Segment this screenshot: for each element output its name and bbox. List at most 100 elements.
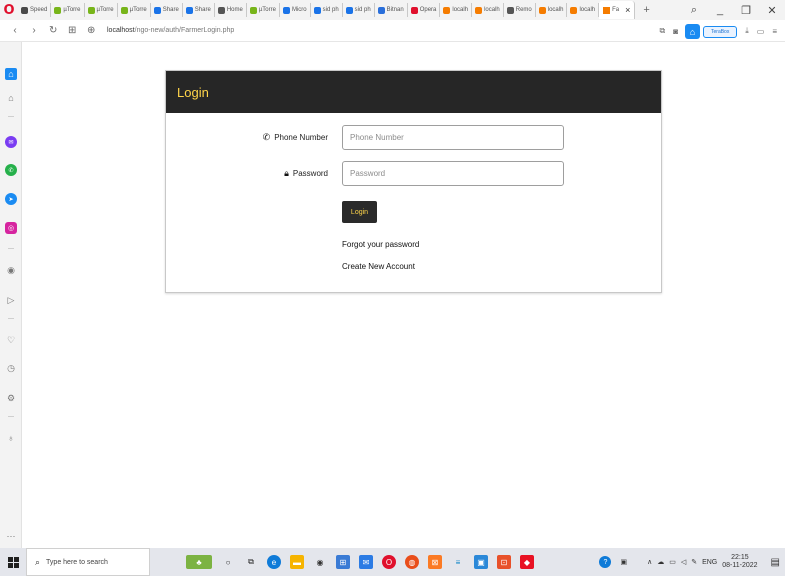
- search-tabs-icon[interactable]: ⌕: [681, 4, 707, 17]
- close-window-icon[interactable]: ✕: [759, 4, 785, 17]
- tab-label: Remo: [515, 7, 532, 13]
- tab-2[interactable]: µTorre: [85, 3, 118, 17]
- tab-5[interactable]: Share: [183, 3, 215, 17]
- firefox-icon[interactable]: ◍: [405, 555, 419, 569]
- widget-icon[interactable]: ▣: [620, 558, 627, 566]
- tab-15[interactable]: Remo: [504, 3, 536, 17]
- bookmarks-heart-icon[interactable]: ♡: [5, 334, 17, 346]
- create-account-link[interactable]: Create New Account: [342, 262, 415, 271]
- telegram-icon[interactable]: ➤: [5, 193, 17, 205]
- tab-7[interactable]: µTorre: [247, 3, 280, 17]
- tab-active-label: Fa: [612, 7, 620, 13]
- snap-icon[interactable]: ❐: [733, 4, 759, 17]
- tab-3[interactable]: µTorre: [118, 3, 151, 17]
- music-player-icon[interactable]: ◉: [5, 264, 17, 276]
- more-options-icon[interactable]: ⋯: [5, 530, 17, 542]
- tab-0[interactable]: Speed: [18, 3, 52, 17]
- tab-label: sid ph: [322, 7, 339, 13]
- menu-icon[interactable]: ≡: [772, 27, 777, 36]
- login-card-header: Login: [166, 71, 661, 113]
- settings-gear-icon[interactable]: ⚙: [5, 392, 17, 404]
- tab-6[interactable]: Home: [215, 3, 247, 17]
- instagram-icon[interactable]: ◎: [5, 222, 17, 234]
- back-icon[interactable]: ‹: [11, 25, 19, 36]
- share-icon: [185, 6, 193, 14]
- game-app-icon[interactable]: ♣: [186, 555, 212, 569]
- utorrent-icon: [249, 6, 257, 14]
- player-icon[interactable]: ▷: [5, 294, 17, 306]
- office-icon[interactable]: ⊡: [497, 555, 511, 569]
- notification-icon[interactable]: ▤: [771, 557, 780, 568]
- camera-icon[interactable]: ◙: [673, 27, 678, 36]
- tab-label: localh: [547, 7, 564, 13]
- history-icon[interactable]: ◷: [5, 362, 17, 374]
- terabox-popup[interactable]: ⌂ TeraBox: [685, 24, 738, 39]
- tab-17[interactable]: localh: [567, 3, 600, 17]
- mail-icon[interactable]: ✉: [359, 555, 373, 569]
- photos-icon[interactable]: ▣: [474, 555, 488, 569]
- url-field[interactable]: localhost/ngo-new/auth/FarmerLogin.php: [107, 27, 234, 34]
- snapshot-icon[interactable]: ⧉: [659, 26, 665, 36]
- terabox-icon: ⌂: [685, 24, 700, 39]
- tray-chevron-icon[interactable]: ∧: [647, 558, 652, 566]
- tab-8[interactable]: Micro: [280, 3, 311, 17]
- tab-active[interactable]: Fa ×: [599, 1, 636, 19]
- taskbar-search-box[interactable]: ⌕ Type here to search: [26, 548, 150, 576]
- new-tab-icon[interactable]: +: [643, 4, 649, 16]
- password-input[interactable]: [342, 161, 564, 186]
- tab-label: sid ph: [354, 7, 371, 13]
- vscode-icon[interactable]: ≡: [451, 555, 465, 569]
- cloud-icon[interactable]: ☁: [657, 558, 664, 566]
- cortana-icon[interactable]: ○: [221, 555, 235, 569]
- battery-saver-icon[interactable]: ▭: [757, 27, 765, 36]
- tab-10[interactable]: sid ph: [343, 3, 375, 17]
- tab-grid-icon[interactable]: ⊞: [68, 25, 76, 36]
- xampp-icon[interactable]: ⊠: [428, 555, 442, 569]
- utorrent-icon: [120, 6, 128, 14]
- tab-12[interactable]: Opera: [408, 3, 441, 17]
- site-info-icon[interactable]: ⊕: [87, 25, 95, 36]
- tab-1[interactable]: µTorre: [51, 3, 85, 17]
- download-icon[interactable]: ⤓: [745, 26, 749, 36]
- tab-4[interactable]: Share: [151, 3, 183, 17]
- browser-tab-bar: O Speed µTorre µTorre µTorre Share Share Home µ…: [0, 0, 785, 20]
- search-icon: [313, 6, 321, 14]
- windows-logo-icon: [7, 556, 19, 568]
- login-button[interactable]: Login: [342, 201, 377, 223]
- volume-icon[interactable]: ◁: [681, 558, 686, 566]
- tab-label: µTorre: [258, 7, 276, 13]
- forward-icon[interactable]: ›: [30, 25, 38, 36]
- tab-13[interactable]: localh: [440, 3, 473, 17]
- start-button[interactable]: [0, 548, 26, 576]
- taskbar-clock[interactable]: 22:15 08-11-2022: [722, 554, 762, 570]
- edge-icon[interactable]: e: [267, 555, 281, 569]
- media-icon[interactable]: ◆: [520, 555, 534, 569]
- messenger-icon[interactable]: ✉: [5, 136, 17, 148]
- pen-icon[interactable]: ✎: [691, 558, 697, 566]
- whatsapp-icon[interactable]: ✆: [5, 164, 17, 176]
- sidebar-house-icon[interactable]: ⌂: [5, 92, 17, 104]
- sidebar-home-icon[interactable]: ⌂: [5, 68, 17, 80]
- help-icon[interactable]: ?: [599, 556, 612, 568]
- minimize-icon[interactable]: _: [707, 4, 733, 16]
- close-tab-icon[interactable]: ×: [625, 5, 630, 15]
- store-icon[interactable]: ⊞: [336, 555, 350, 569]
- network-icon[interactable]: ▭: [669, 558, 676, 566]
- tab-9[interactable]: sid ph: [311, 3, 343, 17]
- tab-14[interactable]: localh: [472, 3, 504, 17]
- language-indicator[interactable]: ENG: [702, 559, 717, 566]
- forgot-password-link[interactable]: Forgot your password: [342, 240, 419, 249]
- lightbulb-icon[interactable]: ♁: [5, 432, 17, 444]
- tab-11[interactable]: Bitnan: [375, 3, 408, 17]
- tab-16[interactable]: localh: [536, 3, 568, 17]
- file-explorer-icon[interactable]: ▬: [290, 555, 304, 569]
- opera-taskbar-icon[interactable]: O: [382, 555, 396, 569]
- browser-sidebar: ⌂ ⌂ ✉ ✆ ➤ ◎ ◉ ▷ ♡ ◷ ⚙ ♁ ⋯: [0, 42, 22, 548]
- task-view-icon[interactable]: ⧉: [244, 555, 258, 569]
- opera-logo-icon[interactable]: O: [0, 0, 18, 20]
- tab-label: Opera: [419, 7, 437, 13]
- app-circle-icon[interactable]: ◉: [313, 555, 327, 569]
- reload-icon[interactable]: ↻: [49, 25, 57, 36]
- phone-number-input[interactable]: [342, 125, 564, 150]
- url-host: localhost: [107, 27, 135, 34]
